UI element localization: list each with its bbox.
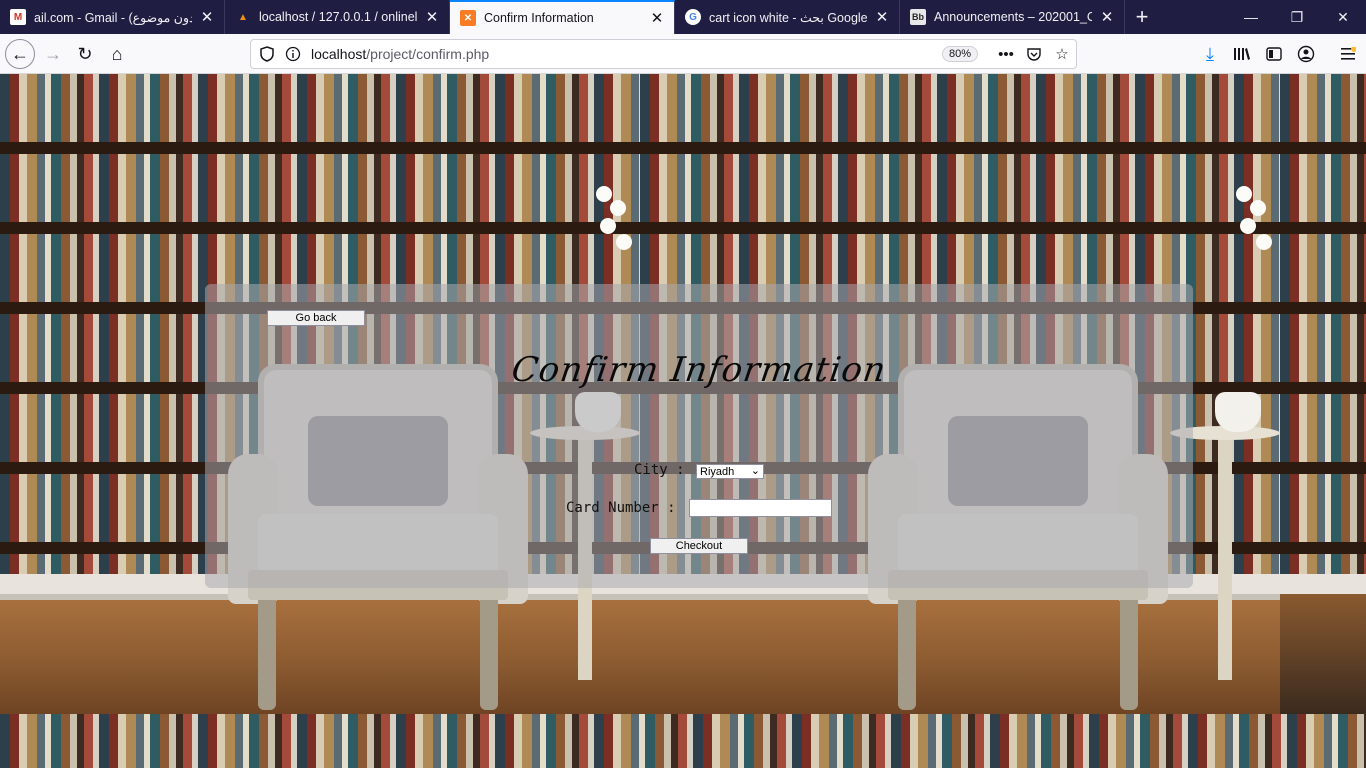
menu-icon[interactable]	[1333, 39, 1363, 69]
shield-icon[interactable]	[259, 46, 275, 62]
tab-label: cart icon white - بحث Google	[709, 10, 867, 25]
close-tab-icon[interactable]: ✕	[198, 8, 216, 26]
confirm-form-panel: Go back Confirm Information City : Riyad…	[205, 284, 1193, 588]
page-viewport: Go back Confirm Information City : Riyad…	[0, 74, 1366, 768]
tab-phpmyadmin[interactable]: ▲ localhost / 127.0.0.1 / onlinelib ✕	[225, 0, 450, 34]
forward-arrow-icon[interactable]: →	[38, 39, 68, 69]
library-icon[interactable]	[1227, 39, 1257, 69]
close-tab-icon[interactable]: ✕	[423, 8, 441, 26]
info-icon[interactable]	[285, 46, 301, 62]
tab-label: Announcements – 202001_CO	[934, 10, 1092, 24]
chevron-down-icon: ⌄	[750, 465, 760, 477]
download-icon[interactable]: ⤓	[1195, 39, 1225, 69]
page-title: Confirm Information	[509, 350, 889, 390]
minimize-icon[interactable]: —	[1228, 0, 1274, 34]
home-icon[interactable]: ⌂	[102, 39, 132, 69]
close-window-icon[interactable]: ✕	[1320, 0, 1366, 34]
pocket-icon[interactable]	[1020, 40, 1048, 68]
city-label: City :	[634, 462, 685, 478]
zoom-badge[interactable]: 80%	[941, 46, 978, 62]
tab-label: Confirm Information	[484, 11, 594, 25]
tab-gmail[interactable]: M ail.com - Gmail - (بدون موضوع) ✕	[0, 0, 225, 34]
bookshelf-image	[1280, 74, 1366, 574]
gmail-icon: M	[10, 9, 26, 25]
city-selected-value: Riyadh	[700, 465, 735, 478]
orchid-image	[1236, 186, 1276, 266]
go-back-button[interactable]: Go back	[267, 310, 365, 326]
address-bar[interactable]: localhost/project/confirm.php 80% ••• ☆	[250, 39, 1077, 69]
blackboard-icon: Bb	[910, 9, 926, 25]
new-tab-button[interactable]: +	[1125, 0, 1159, 34]
tab-strip: M ail.com - Gmail - (بدون موضوع) ✕ ▲ loc…	[0, 0, 1366, 34]
tab-label: ail.com - Gmail - (بدون موضوع)	[34, 10, 192, 25]
navigation-toolbar: ← → ↻ ⌂ localhost/project/confirm.php 80…	[0, 34, 1366, 74]
reload-icon[interactable]: ↻	[70, 39, 100, 69]
checkout-button[interactable]: Checkout	[650, 538, 748, 554]
city-select[interactable]: Riyadh ⌄	[696, 464, 764, 479]
tab-label: localhost / 127.0.0.1 / onlinelib	[259, 10, 417, 24]
card-number-label: Card Number :	[566, 500, 676, 516]
phpmyadmin-icon: ▲	[238, 11, 248, 23]
tab-confirm-information[interactable]: ✕ Confirm Information ✕	[450, 0, 675, 34]
close-tab-icon[interactable]: ✕	[648, 9, 666, 27]
tab-google[interactable]: G cart icon white - بحث Google ✕	[675, 0, 900, 34]
close-tab-icon[interactable]: ✕	[1098, 8, 1116, 26]
sidebar-icon[interactable]	[1259, 39, 1289, 69]
url-path: /project/confirm.php	[366, 46, 490, 62]
card-number-input[interactable]	[689, 499, 832, 517]
url-host: localhost	[311, 46, 367, 62]
google-icon: G	[685, 9, 701, 25]
url-text[interactable]: localhost/project/confirm.php	[311, 46, 942, 62]
back-arrow-icon[interactable]: ←	[5, 39, 35, 69]
vase-image	[1215, 392, 1261, 432]
account-icon[interactable]	[1291, 39, 1321, 69]
close-tab-icon[interactable]: ✕	[873, 8, 891, 26]
tab-blackboard[interactable]: Bb Announcements – 202001_CO ✕	[900, 0, 1125, 34]
xampp-icon: ✕	[460, 10, 476, 26]
bookmark-star-icon[interactable]: ☆	[1048, 40, 1076, 68]
orchid-image	[596, 186, 636, 266]
page-actions-icon[interactable]: •••	[992, 40, 1020, 68]
restore-icon[interactable]: ❐	[1274, 0, 1320, 34]
bookshelf-image	[0, 714, 1366, 768]
